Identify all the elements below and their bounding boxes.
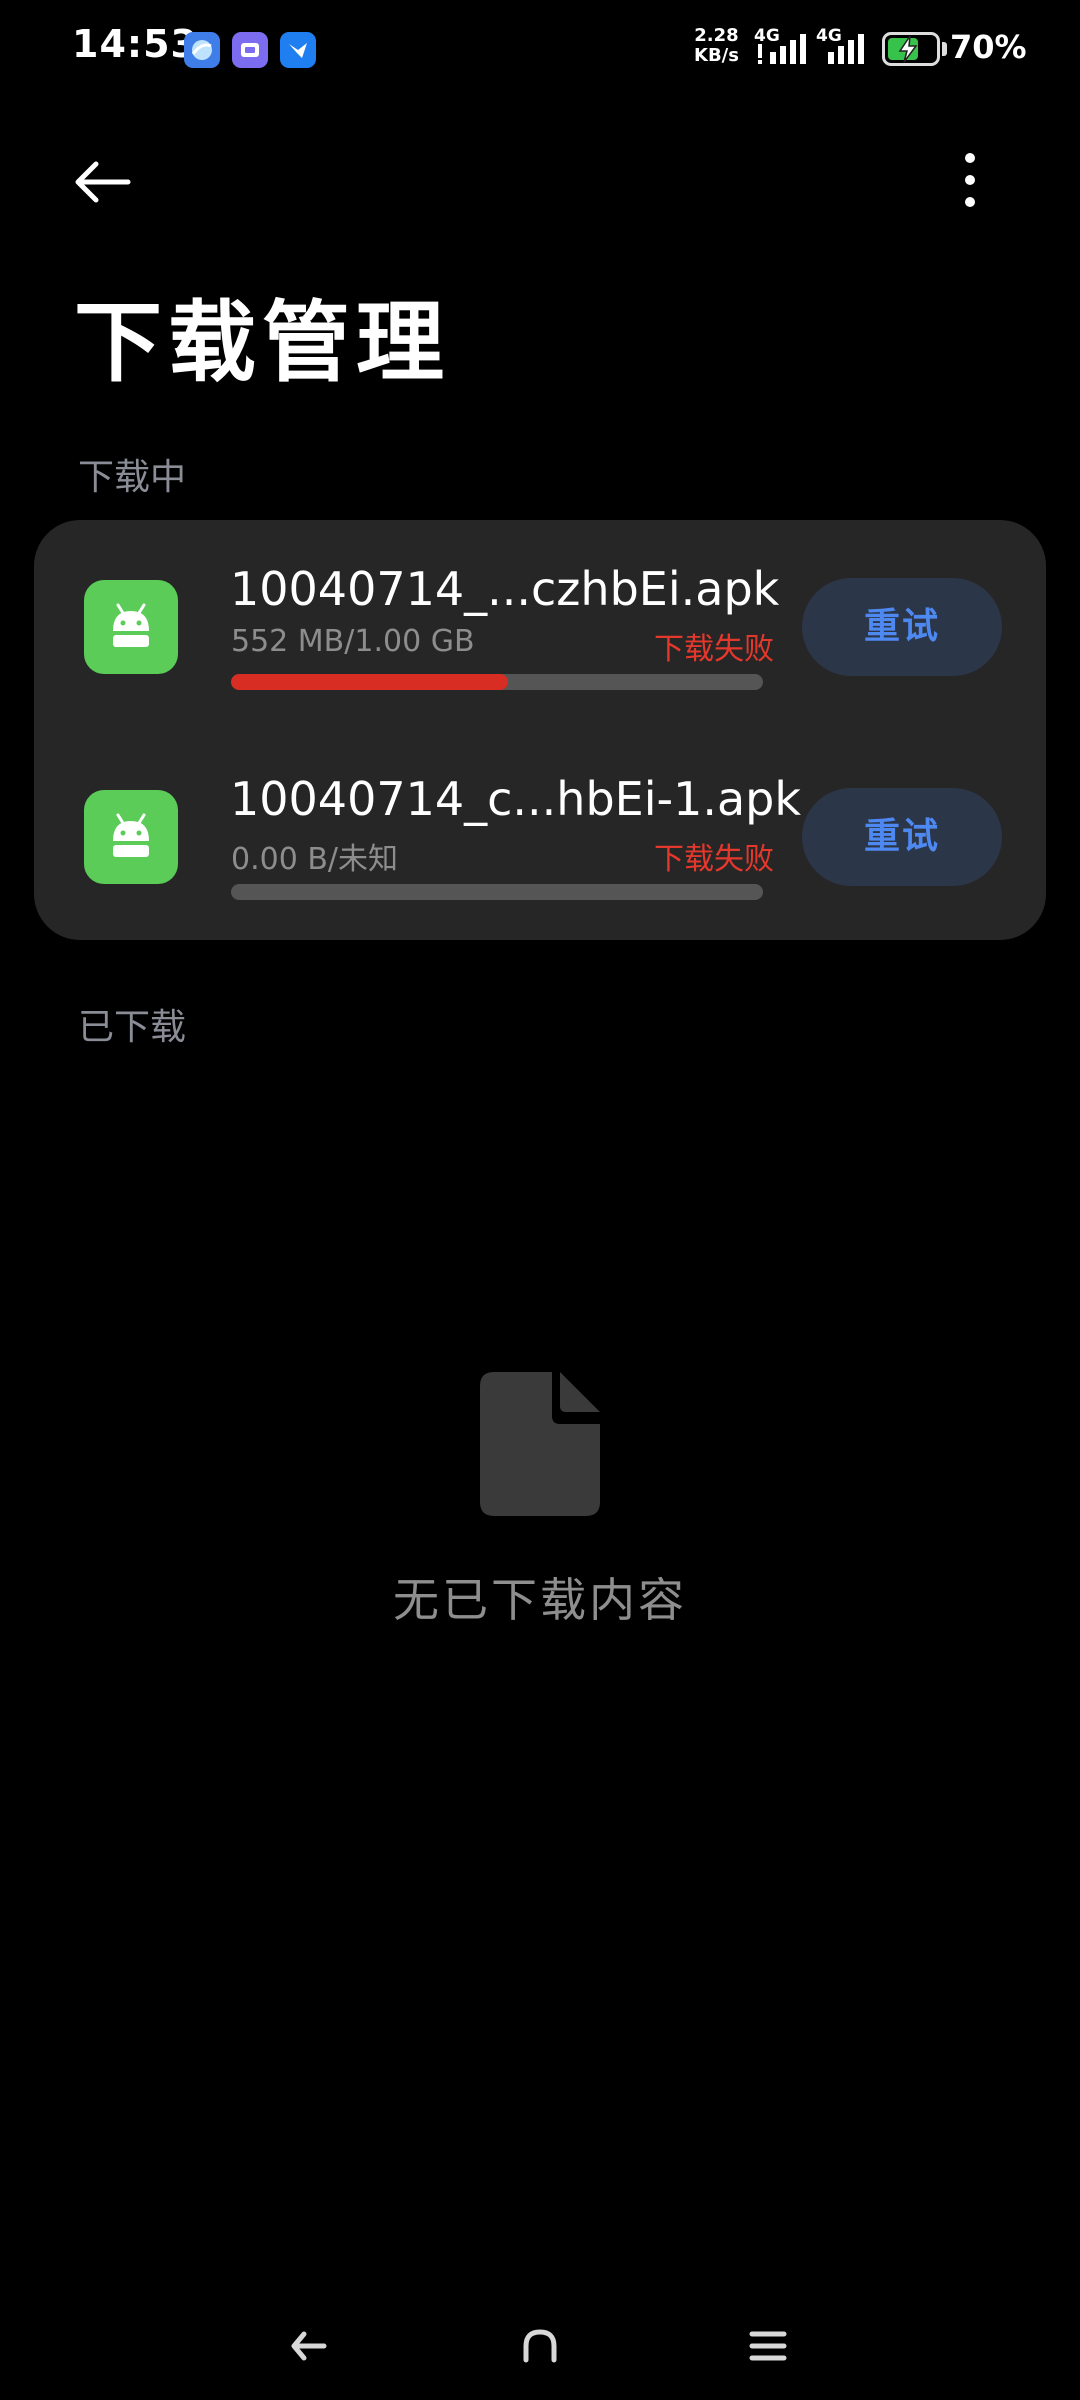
status-time: 14:53 (72, 22, 198, 66)
section-downloading-label: 下载中 (78, 457, 187, 498)
nav-back-button[interactable] (270, 2314, 350, 2378)
network-speed-value: 2.28 (694, 25, 739, 46)
download-item[interactable]: 10040714_c...hbEi-1.apk 0.00 B/未知 下载失败 重… (34, 730, 1046, 940)
system-nav-bar (0, 2300, 1080, 2400)
nav-home-icon (523, 2329, 557, 2363)
download-status: 下载失败 (654, 842, 774, 877)
android-app-icon (84, 580, 178, 674)
progress-bar (231, 674, 763, 690)
network-speed-unit: KB/s (694, 45, 739, 66)
network-speed: 2.28 KB/s (694, 26, 739, 66)
retry-button[interactable]: 重试 (802, 578, 1002, 676)
nav-recents-button[interactable] (728, 2314, 808, 2378)
nav-home-button[interactable] (500, 2314, 580, 2378)
progress-bar (231, 884, 763, 900)
downloading-card: 10040714_...czhbEi.apk 552 MB/1.00 GB 下载… (34, 520, 1046, 940)
signal-strength-icon-2 (828, 34, 864, 64)
file-size: 552 MB/1.00 GB (231, 624, 475, 659)
retry-button[interactable]: 重试 (802, 788, 1002, 886)
progress-fill (231, 674, 508, 690)
arrow-left-icon (75, 161, 131, 203)
game-app-icon (232, 32, 268, 68)
more-vertical-icon (965, 153, 975, 207)
file-size: 0.00 B/未知 (231, 842, 399, 877)
charging-bolt-icon (898, 35, 918, 63)
back-button[interactable] (64, 150, 144, 214)
document-icon (480, 1372, 600, 1516)
nav-recents-icon (749, 2331, 787, 2361)
download-item[interactable]: 10040714_...czhbEi.apk 552 MB/1.00 GB 下载… (34, 520, 1046, 730)
empty-state-text: 无已下载内容 (393, 1573, 687, 1627)
more-options-button[interactable] (940, 145, 1000, 215)
download-status: 下载失败 (654, 632, 774, 667)
bird-app-icon (280, 32, 316, 68)
battery-cap (942, 42, 947, 56)
file-name: 10040714_...czhbEi.apk (230, 562, 780, 616)
file-name: 10040714_c...hbEi-1.apk (230, 772, 802, 826)
page-title: 下载管理 (74, 291, 451, 394)
status-bar: 14:53 2.28 KB/s 4G 4G 70% (0, 0, 1080, 100)
nav-back-icon (291, 2331, 327, 2361)
section-downloaded-label: 已下载 (78, 1007, 187, 1048)
browser-app-icon (184, 32, 220, 68)
signal-strength-icon (758, 34, 806, 64)
android-app-icon (84, 790, 178, 884)
battery-percent: 70% (950, 28, 1027, 66)
